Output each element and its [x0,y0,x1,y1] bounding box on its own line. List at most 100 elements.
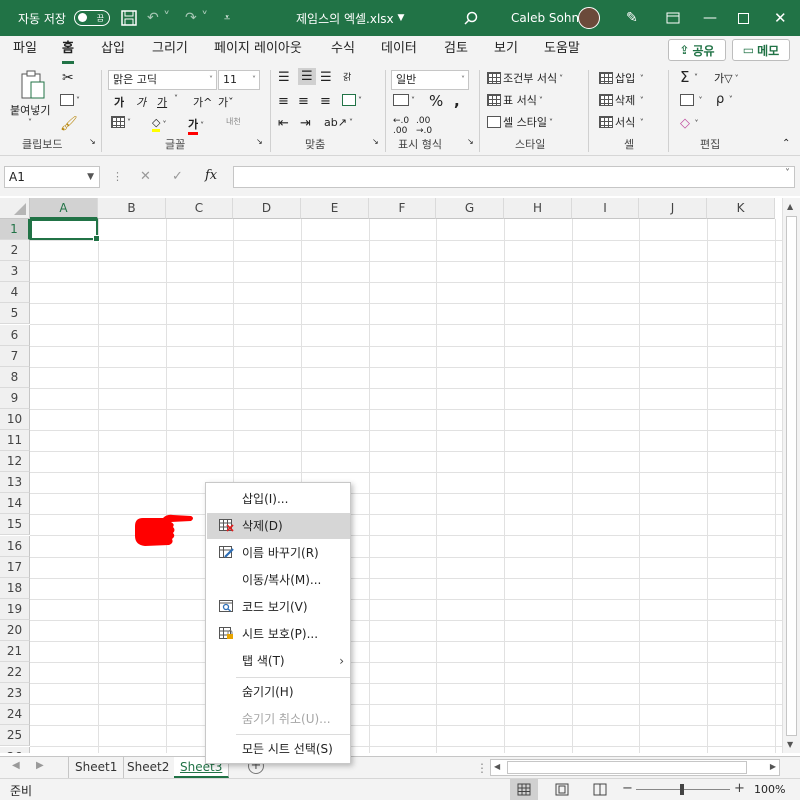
enter-icon[interactable]: ✓ [172,169,183,184]
align-bottom-icon[interactable]: ☰ [320,70,332,85]
row-header[interactable]: 1 [0,219,30,240]
zoom-out-button[interactable]: − [622,781,633,796]
cancel-icon[interactable]: ✕ [140,169,151,184]
menu-item-move-copy[interactable]: 이동/복사(M)... [207,567,350,593]
tab-data[interactable]: 데이터 [381,36,417,64]
conditional-format-button[interactable]: 조건부 서식 ˅ [487,70,563,86]
merge-center-icon[interactable]: ˅ [342,94,362,106]
increase-decimal-icon[interactable]: ←.0.00 [393,116,409,136]
increase-indent-icon[interactable]: ⇥ [300,116,311,131]
sort-filter-button[interactable]: 가▽ ˅ [714,70,739,86]
menu-item-select-all-sheets[interactable]: 모든 시트 선택(S) [207,736,350,762]
font-size-select[interactable]: 11 ˅ [218,70,260,90]
save-icon[interactable] [121,0,137,36]
column-header[interactable]: J [639,198,707,219]
format-painter-icon[interactable]: 🖌 [60,116,78,132]
vertical-scrollbar[interactable]: ▲ ▼ [782,198,800,753]
tab-home[interactable]: 홈 [62,36,74,64]
tab-help[interactable]: 도움말 [544,36,580,64]
normal-view-button[interactable] [510,779,538,800]
insert-function-button[interactable]: fx [205,168,217,183]
row-header[interactable]: 25 [0,725,30,747]
active-cell[interactable] [30,219,100,242]
number-launcher-icon[interactable]: ↘ [467,137,474,146]
undo-icon[interactable]: ↶ ˅ [147,0,170,36]
font-launcher-icon[interactable]: ↘ [256,137,263,146]
underline-button[interactable]: 가 [157,94,167,110]
format-cells-button[interactable]: 서식 ˅ [599,114,644,130]
shrink-font-button[interactable]: 가ˇ [218,94,234,110]
row-header[interactable]: 26 [0,746,30,753]
wrap-text-button[interactable]: 갉 [343,70,351,83]
page-break-view-button[interactable] [588,779,612,803]
borders-icon[interactable]: ˅ [111,116,131,128]
expand-formula-icon[interactable]: ˅ [785,168,790,179]
file-name[interactable]: 제임스의 엑셀.xlsx ▼ [296,0,404,36]
collapse-ribbon-icon[interactable]: ⌃ [782,138,790,149]
row-header[interactable]: 4 [0,282,30,304]
customize-toolbar-icon[interactable]: ⩡ [224,0,230,36]
alignment-launcher-icon[interactable]: ↘ [372,137,379,146]
grow-font-button[interactable]: 가^ [193,94,212,110]
row-header[interactable]: 10 [0,408,30,430]
row-header[interactable]: 19 [0,598,30,620]
font-name-select[interactable]: 맑은 고딕 ˅ [108,70,217,90]
autosave-toggle[interactable]: 끔 [74,10,110,26]
menu-item-insert[interactable]: 삽입(I)... [207,486,350,512]
horizontal-scrollbar[interactable]: ◀ ▶ [490,759,780,776]
column-header[interactable]: A [30,198,98,219]
hscroll-thumb[interactable] [507,761,747,774]
column-header[interactable]: G [436,198,504,219]
font-color-icon[interactable]: 가 ˅ [188,116,204,135]
paste-dropdown-icon[interactable]: ˅ [28,118,32,127]
menu-item-rename[interactable]: 이름 바꾸기(R) [207,540,350,566]
align-left-icon[interactable]: ≡ [278,94,289,109]
memo-button[interactable]: ▭ 메모 [732,39,790,61]
column-header[interactable]: K [707,198,775,219]
select-all-corner[interactable] [0,198,30,219]
tab-page-layout[interactable]: 페이지 레이아웃 [214,36,302,64]
paste-icon[interactable] [20,70,46,103]
name-box-dropdown-icon[interactable]: ▼ [87,167,94,187]
prev-sheet-icon[interactable]: ◀ [12,760,20,771]
accounting-format-icon[interactable]: ˅ [393,94,415,106]
name-box[interactable]: A1 ▼ [4,166,100,188]
copy-icon[interactable]: ˅ [60,94,80,106]
format-as-table-button[interactable]: 표 서식 ˅ [487,92,543,108]
row-header[interactable]: 8 [0,366,30,388]
scroll-thumb[interactable] [786,216,797,736]
tab-formulas[interactable]: 수식 [331,36,355,64]
align-center-icon[interactable]: ≡ [298,94,309,109]
row-header[interactable]: 15 [0,514,30,536]
row-header[interactable]: 14 [0,493,30,515]
row-header[interactable]: 5 [0,303,30,325]
share-button[interactable]: ⇪ 공유 [668,39,726,61]
row-header[interactable]: 2 [0,240,30,262]
number-format-select[interactable]: 일반 ˅ [391,70,469,90]
column-header[interactable]: B [98,198,166,219]
row-header[interactable]: 23 [0,683,30,705]
formula-input[interactable]: ˅ [233,166,795,188]
scroll-left-icon[interactable]: ◀ [494,762,500,771]
row-header[interactable]: 6 [0,324,30,346]
autosum-button[interactable]: Σ ˅ [680,68,698,86]
row-header[interactable]: 12 [0,451,30,473]
align-right-icon[interactable]: ≡ [320,94,331,109]
zoom-slider-thumb[interactable] [680,784,684,795]
fill-button[interactable]: ˅ [680,94,703,106]
italic-button[interactable]: 가 [136,94,146,110]
percent-button[interactable]: % [429,92,443,110]
row-header[interactable]: 11 [0,430,30,451]
tab-insert[interactable]: 삽입 [101,36,125,64]
row-header[interactable]: 3 [0,261,30,283]
menu-item-delete[interactable]: 삭제(D) [207,513,350,539]
align-middle-icon[interactable]: ☰ [298,68,316,85]
column-header[interactable]: D [233,198,301,219]
ribbon-display-icon[interactable] [666,0,680,36]
scroll-right-icon[interactable]: ▶ [770,762,776,771]
worksheet-grid[interactable]: ABCDEFGHIJK 1 2 3 4 5 6 7 8 9 10 11 12 13 14 15 16 17 18 1… [0,198,782,753]
scroll-down-icon[interactable]: ▼ [787,740,793,749]
row-header[interactable]: 22 [0,662,30,684]
avatar[interactable] [578,0,600,36]
row-header[interactable]: 9 [0,387,30,409]
